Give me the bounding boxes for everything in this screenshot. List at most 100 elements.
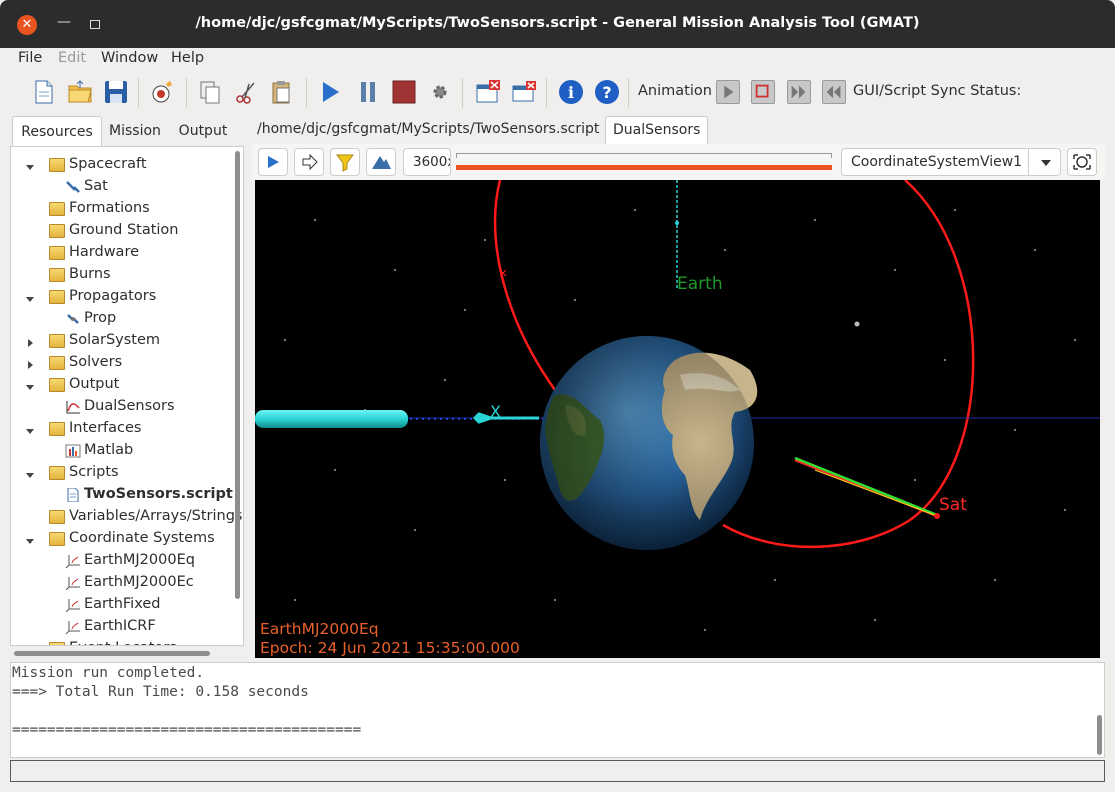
tree-item-spacecraft-sat[interactable]: Sat bbox=[11, 177, 233, 199]
svg-text:?: ? bbox=[602, 83, 611, 102]
chevron-right-icon[interactable] bbox=[25, 336, 35, 347]
tab-resources[interactable]: Resources bbox=[12, 116, 102, 146]
stop-button[interactable] bbox=[390, 78, 418, 106]
tree-item-spacecraft-folder[interactable]: Spacecraft bbox=[11, 155, 233, 177]
tree-item-label: EarthMJ2000Eq bbox=[84, 552, 195, 568]
tree-item-event-locators-folder[interactable]: Event Locators bbox=[11, 639, 233, 645]
paste-icon bbox=[272, 81, 290, 104]
folder-icon bbox=[49, 158, 65, 172]
tree-item-burns-folder[interactable]: Burns bbox=[11, 265, 233, 287]
orbit-view-3d[interactable]: × Earth Sat X EarthMJ2000Eq Epoch: 24 Ju… bbox=[255, 180, 1100, 658]
tree-item-solvers-folder[interactable]: Solvers bbox=[11, 353, 233, 375]
tree-item-ground-station-folder[interactable]: Ground Station bbox=[11, 221, 233, 243]
tree-item-script-twosensors[interactable]: TwoSensors.script bbox=[11, 485, 233, 507]
new-script-button[interactable] bbox=[30, 78, 58, 106]
tree-item-output-folder[interactable]: Output bbox=[11, 375, 233, 397]
tab-script[interactable]: /home/djc/gsfcgmat/MyScripts/TwoSensors.… bbox=[257, 116, 599, 144]
chevron-down-icon[interactable] bbox=[25, 534, 35, 544]
plot-play-button[interactable] bbox=[258, 148, 288, 176]
tree-item-cs-earthmj2000eq[interactable]: EarthMJ2000Eq bbox=[11, 551, 233, 573]
chevron-down-icon[interactable] bbox=[25, 468, 35, 478]
animation-settings-button[interactable] bbox=[426, 78, 454, 106]
menu-window[interactable]: Window bbox=[101, 50, 158, 66]
script-icon bbox=[65, 487, 81, 503]
tree-item-scripts-folder[interactable]: Scripts bbox=[11, 463, 233, 485]
time-progress-bar bbox=[456, 165, 832, 170]
close-child-button[interactable] bbox=[510, 78, 538, 106]
folder-icon bbox=[49, 268, 65, 282]
tree-item-interfaces-folder[interactable]: Interfaces bbox=[11, 419, 233, 441]
tree-item-label: TwoSensors.script bbox=[84, 486, 233, 502]
tree-item-label: Interfaces bbox=[69, 420, 142, 436]
plot-option-button[interactable] bbox=[330, 148, 360, 176]
message-scrollbar[interactable] bbox=[1097, 715, 1102, 755]
copy-button[interactable] bbox=[196, 78, 224, 106]
plot-view-button[interactable] bbox=[366, 148, 396, 176]
tree-item-cs-earthfixed[interactable]: EarthFixed bbox=[11, 595, 233, 617]
paste-button[interactable] bbox=[268, 78, 296, 106]
message-line: ======================================== bbox=[12, 722, 362, 738]
time-slider[interactable] bbox=[456, 153, 832, 158]
tree-item-label: Scripts bbox=[69, 464, 119, 480]
coordinate-system-select[interactable]: CoordinateSystemView1 bbox=[841, 148, 1061, 176]
dropdown-button[interactable] bbox=[1028, 149, 1061, 175]
tab-dualsensors[interactable]: DualSensors bbox=[605, 116, 709, 144]
chevron-right-icon[interactable] bbox=[25, 358, 35, 369]
stop-icon bbox=[392, 80, 416, 104]
menu-file[interactable]: File bbox=[18, 50, 42, 66]
tab-mission[interactable]: Mission bbox=[102, 116, 168, 146]
message-line: Mission run completed. bbox=[12, 665, 205, 681]
chevron-down-icon[interactable] bbox=[25, 380, 35, 390]
tree-vertical-scrollbar[interactable] bbox=[235, 151, 240, 599]
new-file-icon bbox=[35, 80, 53, 104]
folder-icon bbox=[49, 510, 65, 524]
chevron-down-icon[interactable] bbox=[25, 424, 35, 434]
animation-play-button[interactable] bbox=[716, 80, 740, 104]
save-icon bbox=[105, 81, 127, 103]
run-mission-button[interactable] bbox=[148, 78, 176, 106]
tree-item-cs-earthicrf[interactable]: EarthICRF bbox=[11, 617, 233, 639]
pause-button[interactable] bbox=[354, 78, 382, 106]
tree-item-propagator-prop[interactable]: Prop bbox=[11, 309, 233, 331]
animation-speed-field[interactable]: 3600x bbox=[403, 148, 451, 176]
save-button[interactable] bbox=[102, 78, 130, 106]
menu-edit[interactable]: Edit bbox=[58, 50, 86, 66]
tree-item-output-dualsensors[interactable]: DualSensors bbox=[11, 397, 233, 419]
message-window[interactable]: Mission run completed. ===> Total Run Ti… bbox=[10, 662, 1105, 758]
play-icon bbox=[323, 82, 339, 102]
tree-item-cs-earthmj2000ec[interactable]: EarthMJ2000Ec bbox=[11, 573, 233, 595]
animation-slower-button[interactable] bbox=[822, 80, 846, 104]
scissors-icon bbox=[236, 82, 255, 104]
tree-item-variables-folder[interactable]: Variables/Arrays/Strings bbox=[11, 507, 242, 529]
tree-horizontal-scrollbar[interactable] bbox=[14, 651, 210, 656]
tree-item-label: Sat bbox=[84, 178, 108, 194]
tree-item-solar-system-folder[interactable]: SolarSystem bbox=[11, 331, 233, 353]
run-button[interactable] bbox=[316, 78, 344, 106]
main-toolbar: i ? Animation GUI/Script Sync Status: bbox=[0, 72, 1115, 114]
menu-help[interactable]: Help bbox=[171, 50, 204, 66]
open-button[interactable] bbox=[66, 78, 94, 106]
resource-tree: Spacecraft Sat Formations Ground Station Har… bbox=[10, 146, 244, 646]
window-title: /home/djc/gsfcgmat/MyScripts/TwoSensors.… bbox=[195, 15, 920, 31]
tree-item-propagators-folder[interactable]: Propagators bbox=[11, 287, 233, 309]
chevron-down-icon[interactable] bbox=[25, 292, 35, 302]
tree-item-coordinate-systems-folder[interactable]: Coordinate Systems bbox=[11, 529, 233, 551]
tab-output[interactable]: Output bbox=[170, 116, 236, 146]
folder-icon bbox=[49, 224, 65, 238]
tree-item-label: Solvers bbox=[69, 354, 123, 370]
plot-step-button[interactable] bbox=[294, 148, 324, 176]
tree-item-formations-folder[interactable]: Formations bbox=[11, 199, 233, 221]
animation-faster-button[interactable] bbox=[787, 80, 811, 104]
arrow-right-icon bbox=[302, 153, 318, 171]
chevron-down-icon[interactable] bbox=[25, 160, 35, 170]
plot-reset-view-button[interactable] bbox=[1067, 148, 1097, 176]
help-button[interactable]: ? bbox=[593, 78, 621, 106]
cut-button[interactable] bbox=[232, 78, 260, 106]
close-all-button[interactable] bbox=[474, 78, 502, 106]
tree-item-label: EarthFixed bbox=[84, 596, 161, 612]
tree-item-hardware-folder[interactable]: Hardware bbox=[11, 243, 233, 265]
tree-item-interface-matlab[interactable]: Matlab bbox=[11, 441, 233, 463]
animation-stop-button[interactable] bbox=[751, 80, 775, 104]
about-button[interactable]: i bbox=[557, 78, 585, 106]
sync-status-label: GUI/Script Sync Status: bbox=[853, 83, 1022, 99]
